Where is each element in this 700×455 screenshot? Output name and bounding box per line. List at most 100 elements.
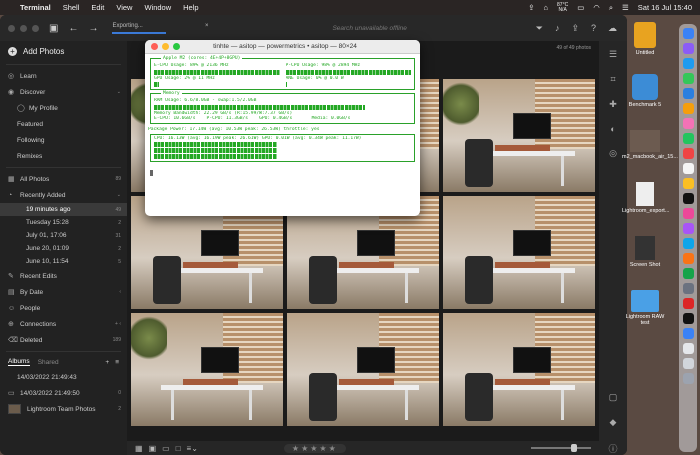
- minimize-dot[interactable]: [20, 24, 27, 32]
- notification-bell-icon[interactable]: ♪: [555, 23, 560, 34]
- wifi-icon[interactable]: ◠: [593, 3, 600, 12]
- recent-date-item[interactable]: 19 minutes ago 49: [0, 203, 127, 216]
- panel-toggle-icon[interactable]: ▣: [49, 23, 58, 34]
- launchpad-icon[interactable]: [682, 43, 694, 54]
- contacts-icon[interactable]: [682, 163, 694, 174]
- menu-window[interactable]: Window: [144, 3, 171, 12]
- terminal-app-icon[interactable]: [682, 313, 694, 324]
- sidebar-item-following[interactable]: Following: [0, 132, 127, 148]
- star-rating[interactable]: ★★★★★: [283, 443, 346, 453]
- search-field[interactable]: Search unavailable offline: [332, 25, 406, 32]
- grid-view-icon[interactable]: ▦: [135, 444, 143, 453]
- minimize-dot[interactable]: [162, 43, 169, 50]
- facetime-icon[interactable]: [682, 133, 694, 144]
- add-photos-button[interactable]: + Add Photos: [0, 41, 127, 61]
- album-item[interactable]: Lightroom Team Photos 2: [0, 401, 127, 417]
- share-icon[interactable]: ⇪: [571, 23, 579, 34]
- sidebar-item-my-profile[interactable]: ◯ My Profile: [0, 100, 127, 116]
- album-item[interactable]: 14/03/2022 21:49:43: [0, 369, 127, 385]
- music-icon[interactable]: [682, 208, 694, 219]
- recent-date-item[interactable]: Tuesday 15:28 2: [0, 216, 127, 229]
- desktop-item[interactable]: Benchmark 5: [622, 74, 668, 108]
- tab-shared[interactable]: Shared: [38, 359, 59, 366]
- zoom-dot[interactable]: [32, 24, 39, 32]
- sidebar-item-recent-edits[interactable]: ✎ Recent Edits: [0, 268, 127, 284]
- presets-icon[interactable]: ◎: [609, 148, 617, 159]
- lightroom-app-icon[interactable]: [682, 328, 694, 339]
- sidebar-item-featured[interactable]: Featured: [0, 116, 127, 132]
- desktop-item[interactable]: Lightroom RAW test: [622, 290, 668, 326]
- sidebar-item-people[interactable]: ☺ People: [0, 300, 127, 316]
- sidebar-item-recently-added[interactable]: ◔ Recently Added ⌄: [0, 187, 127, 203]
- app-store-icon[interactable]: [682, 238, 694, 249]
- photo-thumbnail[interactable]: [131, 313, 283, 426]
- sidebar-item-by-date[interactable]: ▤ By Date ‹: [0, 284, 127, 300]
- recent-date-item[interactable]: July 01, 17:06 31: [0, 229, 127, 242]
- maps-icon[interactable]: [682, 103, 694, 114]
- comment-icon[interactable]: ▢: [609, 392, 618, 403]
- healing-icon[interactable]: ✚: [609, 99, 617, 110]
- calendar-icon[interactable]: [682, 148, 694, 159]
- tab-albums[interactable]: Albums: [8, 358, 30, 366]
- zoom-dot[interactable]: [173, 43, 180, 50]
- menu-help[interactable]: Help: [183, 3, 198, 12]
- album-item[interactable]: ▭ 14/03/2022 21:49:50 0: [0, 385, 127, 401]
- numbers-icon[interactable]: [682, 268, 694, 279]
- info-icon[interactable]: ⓘ: [608, 442, 617, 455]
- sliders-icon[interactable]: ☰: [609, 49, 617, 60]
- menu-edit[interactable]: Edit: [91, 3, 104, 12]
- photos-icon[interactable]: [682, 118, 694, 129]
- sidebar-item-connections[interactable]: ⊕ Connections + ‹: [0, 316, 127, 332]
- battery-icon[interactable]: ▭: [577, 3, 584, 12]
- close-dot[interactable]: [151, 43, 158, 50]
- sort-icon[interactable]: ≡⌄: [187, 444, 198, 453]
- square-grid-icon[interactable]: ▣: [149, 444, 157, 453]
- slider-knob[interactable]: [571, 444, 577, 452]
- status-icon[interactable]: ⌂: [544, 3, 549, 12]
- photo-thumbnail[interactable]: [443, 196, 595, 309]
- folder-icon[interactable]: [682, 358, 694, 369]
- help-icon[interactable]: ?: [591, 23, 596, 34]
- share-icon[interactable]: ⇪: [528, 3, 534, 12]
- sidebar-item-all-photos[interactable]: ▦ All Photos 89: [0, 171, 127, 187]
- spotlight-icon[interactable]: ⌕: [609, 3, 613, 13]
- mail-icon[interactable]: [682, 88, 694, 99]
- terminal-output[interactable]: Apple M2 (cores: 4E+4P+8GPU) E-CPU Usage…: [145, 54, 420, 181]
- sort-icon[interactable]: ≡: [115, 359, 119, 366]
- safari-icon[interactable]: [682, 58, 694, 69]
- menu-app-terminal[interactable]: Terminal: [20, 3, 51, 12]
- close-dot[interactable]: [8, 24, 15, 32]
- menu-view[interactable]: View: [116, 3, 132, 12]
- thumbnail-size-slider[interactable]: [531, 444, 591, 452]
- crop-icon[interactable]: ⌗: [610, 74, 615, 85]
- finder-icon[interactable]: [682, 28, 694, 39]
- photo-thumbnail[interactable]: [443, 313, 595, 426]
- desktop-item[interactable]: Untitled: [622, 22, 668, 56]
- messages-icon[interactable]: [682, 73, 694, 84]
- desktop-item[interactable]: Screen Shot: [622, 236, 668, 268]
- photo-thumbnail[interactable]: [287, 313, 439, 426]
- sidebar-item-learn[interactable]: ◎ Learn: [0, 68, 127, 84]
- recent-date-item[interactable]: June 10, 11:54 5: [0, 255, 127, 268]
- tag-icon[interactable]: ◆: [610, 417, 617, 428]
- masking-icon[interactable]: ◐: [610, 124, 615, 134]
- sidebar-item-discover[interactable]: ◉ Discover ⌄: [0, 84, 127, 100]
- photo-thumbnail[interactable]: [443, 79, 595, 192]
- desktop-item[interactable]: m2_macbook_air_15...: [622, 130, 678, 160]
- add-album-icon[interactable]: +: [105, 359, 109, 366]
- notes-icon[interactable]: [682, 178, 694, 189]
- cancel-export-icon[interactable]: ×: [205, 23, 209, 29]
- recent-date-item[interactable]: June 20, 01:09 2: [0, 242, 127, 255]
- temperature-widget[interactable]: 87°C N/A: [557, 2, 568, 13]
- preview-icon[interactable]: [682, 343, 694, 354]
- detail-view-icon[interactable]: ▭: [162, 444, 170, 453]
- single-view-icon[interactable]: □: [176, 444, 181, 453]
- add-connection-icon[interactable]: + ‹: [115, 321, 121, 327]
- sidebar-item-remixes[interactable]: Remixes: [0, 148, 127, 164]
- forward-arrow-icon[interactable]: →: [88, 23, 98, 34]
- sidebar-item-deleted[interactable]: ⌫ Deleted 189: [0, 332, 127, 348]
- trash-icon[interactable]: [682, 373, 694, 384]
- desktop-item[interactable]: Lightroom_export...: [622, 182, 669, 214]
- podcasts-icon[interactable]: [682, 223, 694, 234]
- back-arrow-icon[interactable]: ←: [68, 23, 78, 34]
